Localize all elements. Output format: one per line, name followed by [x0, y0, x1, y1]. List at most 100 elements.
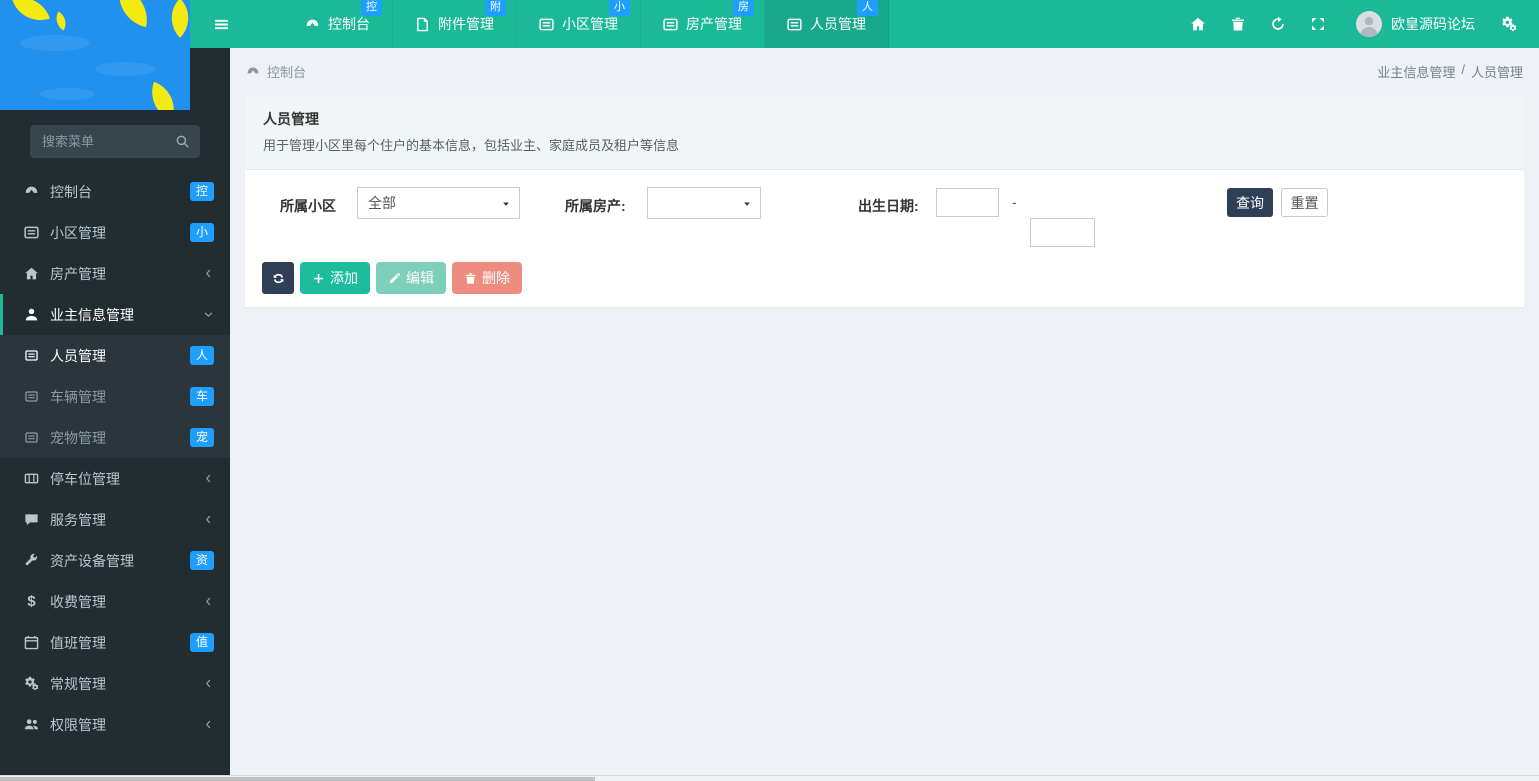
home-icon — [1191, 17, 1205, 31]
clear-cache-button[interactable] — [1258, 0, 1298, 48]
top-navbar: 控制台 控 附件管理 附 小区管理 小 房产管理 房 人员管理 人 欧皇源码论坛 — [190, 0, 1539, 48]
form-icon — [25, 432, 38, 443]
tab-people[interactable]: 人员管理 人 — [765, 0, 889, 48]
cogs-icon — [24, 676, 39, 691]
sidebar-item-label: 控制台 — [50, 183, 92, 200]
add-button-label: 添加 — [330, 270, 358, 286]
logo — [0, 0, 190, 110]
chevron-left-icon — [206, 515, 211, 524]
tab-label: 小区管理 — [562, 16, 618, 32]
edit-button-label: 编辑 — [406, 270, 434, 286]
home-button[interactable] — [1178, 0, 1218, 48]
sidebar-item-badge: 控 — [189, 182, 214, 201]
sidebar-item-vehicle[interactable]: 车辆管理 车 — [0, 376, 230, 417]
card-header: 人员管理 用于管理小区里每个住户的基本信息，包括业主、家庭成员及租户等信息 — [245, 95, 1524, 170]
breadcrumb-parent-link[interactable]: 业主信息管理 — [1377, 62, 1455, 81]
calendar-icon — [24, 635, 39, 650]
sidebar-item-label: 人员管理 — [50, 347, 106, 364]
form-icon — [787, 18, 802, 30]
tab-badge: 小 — [609, 0, 630, 16]
sidebar-item-parking[interactable]: 停车位管理 — [0, 458, 230, 499]
form-icon — [25, 391, 38, 402]
content-card: 人员管理 用于管理小区里每个住户的基本信息，包括业主、家庭成员及租户等信息 所属… — [245, 95, 1524, 307]
sidebar-item-label: 服务管理 — [50, 511, 106, 528]
refresh-button[interactable] — [262, 262, 294, 294]
settings-button[interactable] — [1489, 0, 1529, 48]
breadcrumb-left[interactable]: 控制台 — [246, 62, 306, 81]
sidebar-item-badge: 车 — [189, 387, 214, 406]
form-icon — [25, 350, 38, 361]
tab-property[interactable]: 房产管理 房 — [641, 0, 765, 48]
delete-button-label: 删除 — [482, 270, 510, 286]
sidebar-item-service[interactable]: 服务管理 — [0, 499, 230, 540]
tab-badge: 附 — [485, 0, 506, 16]
menu-toggle-button[interactable] — [192, 0, 250, 48]
property-label: 所属房产: — [565, 198, 626, 214]
tab-console[interactable]: 控制台 控 — [283, 0, 393, 48]
gauge-icon — [306, 19, 319, 26]
chevron-left-icon — [206, 597, 211, 606]
caret-down-icon — [503, 202, 509, 206]
pencil-icon — [389, 272, 401, 283]
chevron-down-icon — [204, 312, 213, 317]
sidebar-item-label: 值班管理 — [50, 634, 106, 651]
community-select[interactable]: 全部 — [357, 187, 520, 219]
sidebar-item-property[interactable]: 房产管理 — [0, 253, 230, 294]
reset-button[interactable]: 重置 — [1281, 188, 1328, 217]
sidebar-item-owner-info[interactable]: 业主信息管理 — [0, 294, 230, 335]
horizontal-scrollbar[interactable] — [0, 775, 1539, 781]
form-icon — [24, 226, 39, 239]
sidebar-item-label: 常规管理 — [50, 675, 106, 692]
fullscreen-button[interactable] — [1298, 0, 1338, 48]
tab-label: 房产管理 — [686, 16, 742, 32]
page-title: 人员管理 — [263, 111, 319, 127]
chevron-left-icon — [206, 679, 211, 688]
sidebar-item-pet[interactable]: 宠物管理 宠 — [0, 417, 230, 458]
scrollbar-thumb[interactable] — [0, 777, 595, 781]
wrench-icon — [25, 553, 38, 566]
card-body: 所属小区 全部 所属房产: 出生日期: - 查询 重置 添加 编辑 删除 — [245, 170, 1524, 307]
property-select[interactable] — [647, 187, 761, 219]
tab-attachments[interactable]: 附件管理 附 — [393, 0, 517, 48]
date-range-separator: - — [1012, 194, 1017, 210]
sidebar-item-charging[interactable]: $ 收费管理 — [0, 581, 230, 622]
trash-icon — [465, 272, 476, 284]
sidebar-item-people[interactable]: 人员管理 人 — [0, 335, 230, 376]
trash-icon — [1232, 17, 1244, 31]
sidebar: 控制台 控 小区管理 小 房产管理 业主信息管理 人员管理 人 — [0, 0, 230, 781]
plus-icon — [314, 273, 323, 283]
chevron-left-icon — [206, 720, 211, 729]
date-to-input[interactable] — [1030, 218, 1095, 247]
menu-icon — [214, 19, 228, 29]
search-icon[interactable] — [175, 134, 190, 149]
add-button[interactable]: 添加 — [300, 262, 370, 294]
fullscreen-icon — [1312, 18, 1324, 30]
sidebar-item-general[interactable]: 常规管理 — [0, 663, 230, 704]
sidebar-item-badge: 小 — [189, 223, 214, 242]
sidebar-item-duty[interactable]: 值班管理 值 — [0, 622, 230, 663]
navbar-tabs: 控制台 控 附件管理 附 小区管理 小 房产管理 房 人员管理 人 — [283, 0, 889, 48]
username: 欧皇源码论坛 — [1391, 16, 1475, 32]
sidebar-item-assets[interactable]: 资产设备管理 资 — [0, 540, 230, 581]
breadcrumb: 控制台 业主信息管理 / 人员管理 — [230, 48, 1539, 95]
sidebar-item-console[interactable]: 控制台 控 — [0, 171, 230, 212]
date-from-input[interactable] — [936, 188, 999, 217]
sidebar-item-community[interactable]: 小区管理 小 — [0, 212, 230, 253]
user-icon — [25, 308, 38, 321]
sidebar-item-label: 停车位管理 — [50, 470, 120, 487]
caret-down-icon — [744, 202, 750, 206]
tab-label: 控制台 — [328, 16, 370, 32]
sidebar-item-badge: 宠 — [189, 428, 214, 447]
breadcrumb-current: 人员管理 — [1470, 65, 1523, 80]
query-button[interactable]: 查询 — [1227, 188, 1273, 217]
dollar-icon: $ — [27, 593, 36, 610]
breadcrumb-console-link[interactable]: 控制台 — [267, 62, 306, 81]
sidebar-item-permissions[interactable]: 权限管理 — [0, 704, 230, 745]
table-toolbar: 添加 编辑 删除 — [262, 262, 522, 294]
tab-community[interactable]: 小区管理 小 — [517, 0, 641, 48]
user-menu[interactable]: 欧皇源码论坛 — [1338, 11, 1489, 37]
close-tabs-button[interactable] — [1218, 0, 1258, 48]
edit-button[interactable]: 编辑 — [376, 262, 446, 294]
delete-button[interactable]: 删除 — [452, 262, 522, 294]
community-select-value: 全部 — [368, 195, 396, 211]
